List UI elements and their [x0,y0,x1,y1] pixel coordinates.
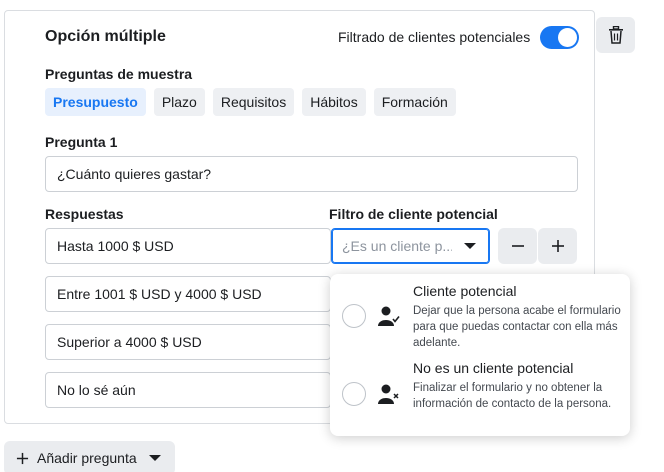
lead-filter-toggle[interactable] [540,26,579,49]
option-qualified-lead-title: Cliente potencial [413,283,517,299]
sample-question-chips: Presupuesto Plazo Requisitos Hábitos For… [45,88,456,116]
chip-formacion[interactable]: Formación [373,88,456,116]
radio-unqualified-lead[interactable] [342,382,366,406]
option-qualified-lead-description: Dejar que la persona acabe el formulario… [413,305,621,349]
delete-question-button[interactable] [596,17,635,53]
add-answer-button[interactable] [538,228,577,264]
option-unqualified-lead-title: No es un cliente potencial [413,360,574,376]
lead-filter-label: Filtrado de clientes potenciales [338,29,531,45]
lead-filter-dropdown: Cliente potencial Dejar que la persona a… [330,274,630,436]
lead-filter-select-placeholder: ¿Es un cliente p... [342,238,452,254]
chip-habitos[interactable]: Hábitos [302,88,366,116]
add-question-label: Añadir pregunta [37,450,137,466]
answers-label: Respuestas [45,206,124,222]
chip-presupuesto[interactable]: Presupuesto [45,88,146,116]
add-question-button[interactable]: Añadir pregunta [4,441,175,472]
question-input[interactable]: ¿Cuánto quieres gastar? [45,156,578,192]
trash-icon [608,26,623,44]
question-label: Pregunta 1 [45,134,118,150]
toggle-knob [558,28,577,47]
option-unqualified-lead-description: Finalizar el formulario y no obtener la … [413,382,612,410]
chip-requisitos[interactable]: Requisitos [212,88,295,116]
person-x-icon [378,384,399,404]
card-title: Opción múltiple [45,28,166,45]
radio-qualified-lead[interactable] [342,304,366,328]
chip-plazo[interactable]: Plazo [153,88,205,116]
minus-icon [511,245,524,247]
option-unqualified-lead[interactable]: No es un cliente potencial Finalizar el … [330,356,630,436]
sample-questions-label: Preguntas de muestra [45,66,193,82]
answer-input-4[interactable]: No lo sé aún [45,372,331,408]
lead-filter-select[interactable]: ¿Es un cliente p... [331,228,490,264]
plus-icon [16,452,29,464]
option-qualified-lead[interactable]: Cliente potencial Dejar que la persona a… [330,274,630,356]
caret-down-icon [148,455,161,461]
answer-input-2[interactable]: Entre 1001 $ USD y 4000 $ USD [45,276,331,312]
lead-filter-column-label: Filtro de cliente potencial [329,206,498,222]
plus-icon [551,240,564,252]
answer-input-3[interactable]: Superior a 4000 $ USD [45,324,331,360]
answer-input-1[interactable]: Hasta 1000 $ USD [45,228,331,264]
person-check-icon [378,306,400,326]
remove-answer-button[interactable] [498,228,537,264]
chevron-down-icon [464,243,476,249]
